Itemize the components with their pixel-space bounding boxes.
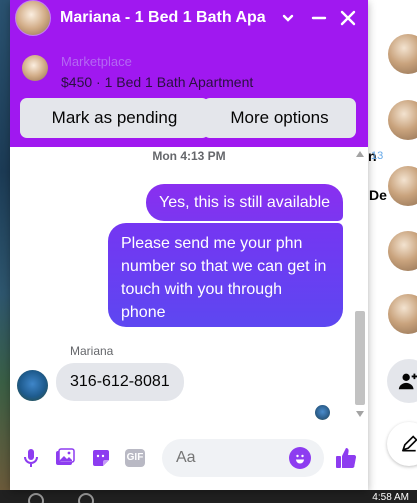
- emoji-icon[interactable]: [289, 447, 311, 469]
- system-clock: 4:58 AM: [372, 492, 409, 503]
- listing-description: $450 · 1 Bed 1 Bath Apartment: [61, 74, 254, 90]
- conversation-title[interactable]: Mariana - 1 Bed 1 Bath Apa: [60, 9, 275, 27]
- scrollbar-thumb[interactable]: [355, 311, 365, 405]
- thumbs-up-icon[interactable]: [333, 445, 359, 471]
- chat-window: Mariana - 1 Bed 1 Bath Apa Marketplace $…: [10, 0, 368, 490]
- chevron-down-icon[interactable]: [276, 6, 300, 30]
- user-add-icon: [398, 373, 417, 390]
- background-text: De: [369, 187, 387, 203]
- background-text: 13: [371, 150, 384, 162]
- chat-header: Mariana - 1 Bed 1 Bath Apa Marketplace $…: [10, 0, 368, 147]
- close-icon[interactable]: [336, 6, 360, 30]
- microphone-icon[interactable]: [20, 447, 42, 469]
- gif-icon[interactable]: GIF: [124, 447, 146, 469]
- taskbar: 4:58 AM: [0, 490, 417, 503]
- composer: GIF: [10, 425, 368, 490]
- incoming-message[interactable]: 316-612-8081: [56, 363, 184, 401]
- sender-name: Mariana: [70, 344, 114, 358]
- desktop-background: [0, 0, 10, 490]
- compose-icon: [401, 435, 417, 452]
- listing-source: Marketplace: [61, 54, 132, 69]
- app-icon[interactable]: [28, 493, 44, 503]
- avatar[interactable]: [15, 0, 51, 36]
- background-page: n 13 De: [368, 0, 417, 490]
- outgoing-message[interactable]: Please send me your phn number so that w…: [108, 223, 343, 327]
- mark-as-pending-button[interactable]: Mark as pending: [20, 98, 209, 138]
- app-icon[interactable]: [78, 493, 94, 503]
- listing-banner[interactable]: Marketplace $450 · 1 Bed 1 Bath Apartmen…: [10, 42, 368, 96]
- gif-label: GIF: [124, 449, 146, 467]
- photo-icon[interactable]: [54, 447, 76, 469]
- sticker-icon[interactable]: [90, 447, 112, 469]
- minimize-icon[interactable]: [307, 6, 331, 30]
- scrollbar[interactable]: [352, 147, 368, 425]
- more-options-button[interactable]: More options: [203, 98, 356, 138]
- message-list: Mon 4:13 PM Yes, this is still available…: [10, 147, 368, 425]
- read-receipt-avatar: [315, 405, 330, 420]
- message-timestamp: Mon 4:13 PM: [152, 149, 226, 163]
- outgoing-message[interactable]: Yes, this is still available: [146, 184, 343, 221]
- sender-avatar[interactable]: [17, 370, 48, 401]
- scroll-down-icon[interactable]: [355, 409, 365, 419]
- scroll-up-icon[interactable]: [355, 149, 365, 159]
- listing-thumbnail: [22, 55, 48, 81]
